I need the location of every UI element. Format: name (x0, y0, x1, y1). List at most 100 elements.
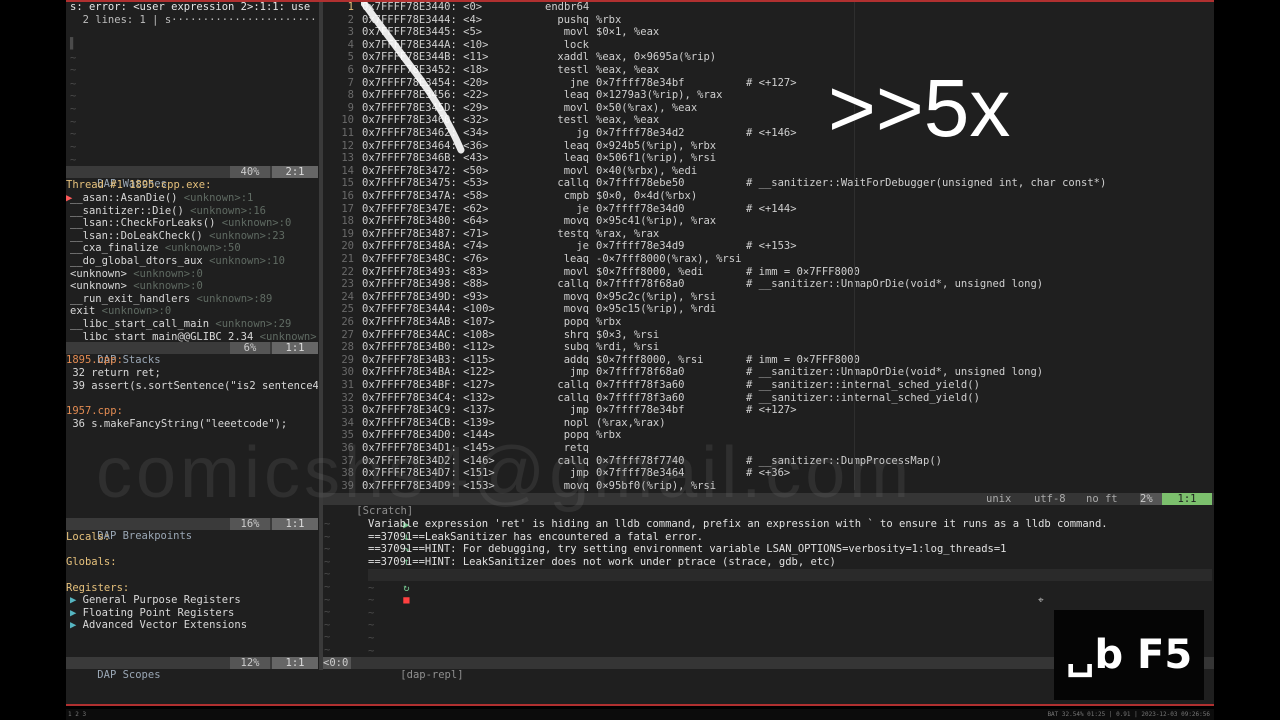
line-number: 6 (347, 64, 354, 76)
line-number: 12 (341, 139, 354, 152)
vertical-split[interactable] (319, 0, 323, 670)
window-border-top (66, 0, 1214, 2)
line-number: 10 (341, 114, 354, 127)
gutter-tilde: ~ (324, 530, 331, 543)
address: 0x7FFFF78E34AC: <108> (362, 328, 495, 341)
stack-frame[interactable]: exit <unknown>:0 (70, 305, 318, 318)
locals-label[interactable]: Locals: (66, 531, 110, 544)
breakpoints-pct: 16% (230, 518, 270, 530)
operands: (%rax,%rax) (596, 416, 666, 429)
mnemonic: leaq (563, 89, 589, 102)
tmux-bar: 1 2 3 BAT 32.54% 01:25 | 0.91 | 2023-12-… (66, 709, 1214, 720)
operands: $0×1, %eax (596, 26, 660, 39)
tmux-windows[interactable]: 1 2 3 (68, 711, 86, 718)
expand-icon: ▶ (70, 619, 83, 631)
thread-label[interactable]: Thread #1 1895.cpp.exe: (66, 179, 211, 192)
restart-icon[interactable]: ↻ (403, 582, 409, 594)
line-number: 17 (341, 202, 354, 215)
current-frame-marker-icon: ▶ (66, 192, 73, 204)
line-number: 23 (341, 278, 354, 291)
comment: # <+127> (746, 404, 797, 417)
scopes-pct: 12% (230, 657, 270, 669)
line-number: 24 (341, 290, 354, 303)
register-group[interactable]: ▶ Floating Point Registers (70, 607, 234, 620)
stack-frame[interactable]: <unknown> <unknown>:0 (70, 280, 318, 293)
register-group[interactable]: ▶ General Purpose Registers (70, 594, 241, 607)
frame-name: <unknown> (70, 280, 127, 293)
line-number: 3 (347, 26, 354, 39)
stacks-pct: 6% (230, 342, 270, 354)
mnemonic: jne (570, 76, 589, 89)
frame-location: <unknown>:50 (164, 242, 241, 255)
operands: 0×7ffff78e34bf (596, 76, 685, 89)
line-number: 13 (341, 152, 354, 165)
line-number: 1 (347, 1, 354, 13)
line-number: 5 (347, 51, 354, 64)
stacks-pos: 1:1 (272, 342, 318, 354)
line-number: 7 (347, 76, 354, 89)
gutter-tilde: ~ (324, 568, 331, 581)
stack-line-3[interactable]: 36 s.makeFancyString("leeetcode"); (66, 418, 287, 431)
address: 0x7FFFF78E34CB: <139> (362, 416, 495, 429)
line-number: 32 (341, 391, 354, 404)
breakpoints-pos: 1:1 (272, 518, 318, 530)
stack-file-2[interactable]: 1957.cpp: (66, 405, 123, 418)
line-number: 27 (341, 328, 354, 341)
comment: # <+153> (746, 240, 797, 253)
stack-frame[interactable]: __run_exit_handlers <unknown>:89 (70, 293, 318, 306)
mnemonic: leaq (563, 253, 589, 265)
stack-frame[interactable]: __do_global_dtors_aux <unknown>:10 (70, 255, 318, 268)
stack-line-2[interactable]: 39 assert(s.sortSentence("is2 sentence4 (66, 380, 318, 393)
editor-pos: 1:1 (1162, 493, 1212, 505)
stack-frame[interactable]: __asan::AsanDie() <unknown>:1 (70, 192, 318, 205)
mnemonic: callq (557, 391, 589, 404)
address: 0x7FFFF78E347A: <58> (362, 190, 489, 202)
address: 0x7FFFF78E34BA: <122> (362, 366, 495, 379)
mnemonic: xaddl (557, 51, 589, 64)
stack-file-1[interactable]: 1895.cpp: (66, 354, 123, 367)
editor-pct: 2% (1140, 493, 1162, 505)
mnemonic: cmpb (563, 190, 589, 202)
mnemonic: subq (563, 341, 589, 354)
line-number: 14 (341, 164, 354, 177)
stack-frame[interactable]: __cxa_finalize <unknown>:50 (70, 242, 318, 255)
mnemonic: movl (563, 26, 589, 39)
stack-frame[interactable]: <unknown> <unknown>:0 (70, 268, 318, 281)
stack-line-1[interactable]: 32 return ret; (66, 367, 161, 380)
frame-location: <unknown>:89 (196, 292, 273, 305)
watches-pos: 2:1 (272, 166, 318, 178)
register-group[interactable]: ▶ Advanced Vector Extensions (70, 619, 247, 632)
address: 0x7FFFF78E34B3: <115> (362, 353, 495, 366)
mnemonic: movl (563, 265, 589, 278)
frame-name: <unknown> (70, 267, 127, 280)
operands: 0×40(%rbx), %edi (596, 164, 698, 177)
stack-frame[interactable]: __libc_start_call_main <unknown>:29 (70, 318, 318, 331)
frame-name: exit (70, 305, 96, 318)
stack-frame[interactable]: __sanitizer::Die() <unknown>:16 (70, 205, 318, 218)
operands: %rbx (596, 316, 622, 328)
repl-line: ==37091==HINT: LeakSanitizer does not wo… (368, 555, 836, 568)
line-number: 34 (341, 416, 354, 429)
mnemonic: leaq (563, 139, 589, 152)
fileformat: unix (986, 493, 1022, 505)
mnemonic: jg (576, 127, 589, 139)
stack-frame[interactable]: __lsan::DoLeakCheck() <unknown>:23 (70, 230, 318, 243)
comment: # imm = 0×7FFF8000 (746, 353, 860, 366)
operands: 0×1279a3(%rip), %rax (596, 89, 723, 102)
gutter-tilde: ~ (324, 543, 331, 556)
line-number: 15 (341, 177, 354, 190)
line-number: 25 (341, 303, 354, 316)
globals-label[interactable]: Globals: (66, 556, 117, 569)
comment: # __sanitizer::internal_sched_yield() (746, 379, 980, 391)
comment: # __sanitizer::internal_sched_yield() (746, 391, 980, 404)
stop-icon[interactable]: ■ (403, 594, 409, 606)
stack-frame[interactable]: __lsan::CheckForLeaks() <unknown>:0 (70, 217, 318, 230)
operands: %rax, %rax (596, 227, 660, 240)
repl-input[interactable] (368, 569, 1212, 581)
address: 0x7FFFF78E3493: <83> (362, 265, 489, 278)
registers-label[interactable]: Registers: (66, 582, 129, 595)
address: 0x7FFFF78E349D: <93> (362, 290, 489, 303)
operands: 0×7ffff78ebe50 (596, 177, 685, 190)
frame-location: <unknown>:0 (133, 267, 203, 280)
operands: 0×7ffff78f68a0 (596, 278, 685, 291)
